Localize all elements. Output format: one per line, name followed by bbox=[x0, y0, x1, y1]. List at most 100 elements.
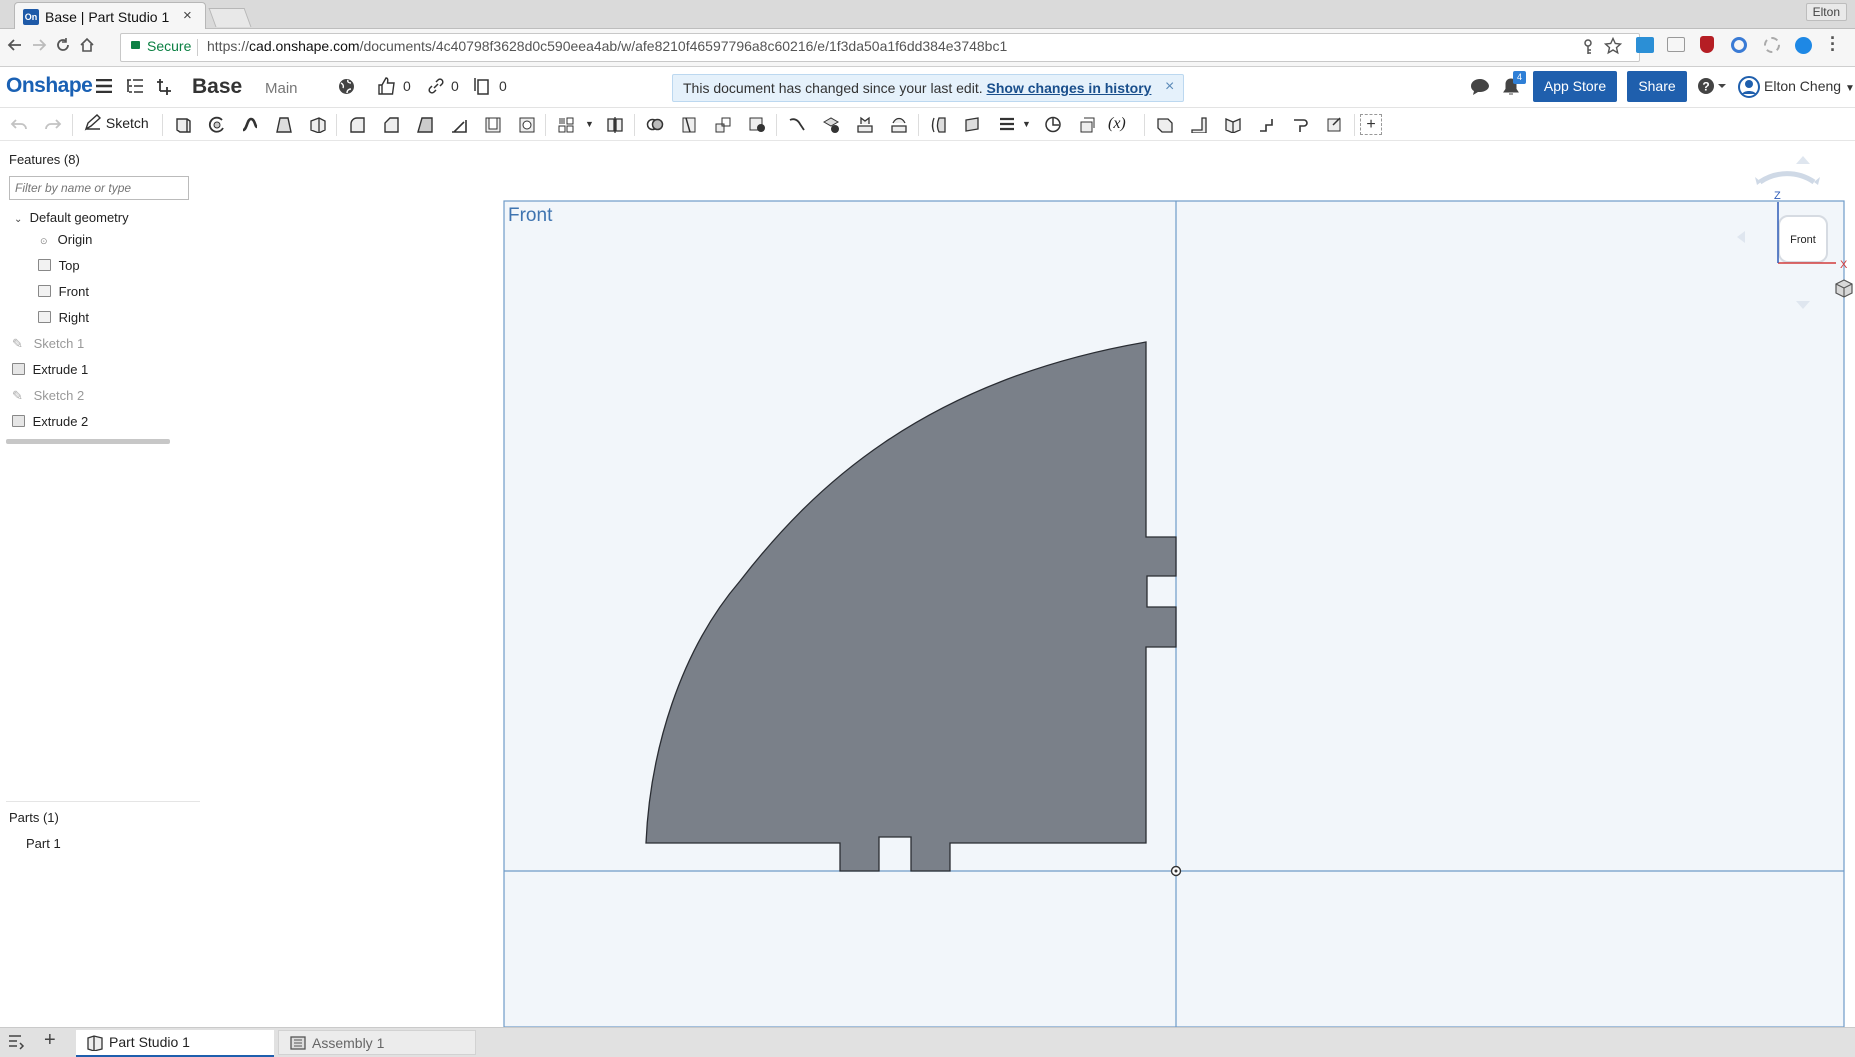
flat-view-icon[interactable] bbox=[1326, 116, 1344, 133]
draft-icon[interactable] bbox=[416, 116, 434, 133]
plane-icon[interactable] bbox=[964, 116, 982, 133]
chamfer-icon[interactable] bbox=[382, 116, 400, 133]
address-bar[interactable]: Secure https://cad.onshape.com/documents… bbox=[120, 33, 1640, 62]
feature-panel-scrollbar[interactable] bbox=[6, 439, 170, 444]
view-up-arrow-icon[interactable] bbox=[1796, 156, 1810, 164]
parts-divider[interactable] bbox=[6, 801, 200, 802]
workspace-name[interactable]: Main bbox=[265, 80, 298, 97]
extension-4-icon[interactable] bbox=[1764, 37, 1780, 53]
replace-face-icon[interactable] bbox=[890, 116, 908, 133]
feature-extrude-1[interactable]: Extrude 1 bbox=[12, 362, 88, 377]
tab-assembly-1[interactable]: Assembly 1 bbox=[278, 1030, 476, 1055]
forward-icon[interactable] bbox=[28, 37, 50, 58]
mate-dropdown-icon[interactable]: ▼ bbox=[1022, 119, 1031, 129]
rib-icon[interactable] bbox=[450, 116, 468, 133]
redo-icon[interactable] bbox=[44, 116, 62, 133]
hole-icon[interactable] bbox=[518, 116, 536, 133]
undo-icon[interactable] bbox=[10, 116, 28, 133]
graphics-viewport[interactable]: Front Front X Z bbox=[200, 141, 1855, 1027]
pattern-dropdown-icon[interactable]: ▼ bbox=[585, 119, 594, 129]
onshape-logo[interactable]: Onshape bbox=[6, 74, 93, 98]
feature-plane-right[interactable]: Right bbox=[38, 310, 89, 325]
delete-part-icon[interactable] bbox=[748, 116, 766, 133]
bookmark-star-icon[interactable] bbox=[1603, 36, 1623, 58]
like-icon[interactable] bbox=[377, 77, 396, 98]
thicken-icon[interactable] bbox=[309, 116, 327, 134]
transform-icon[interactable] bbox=[714, 116, 732, 133]
joint-icon[interactable] bbox=[1292, 116, 1310, 133]
url-text[interactable]: https://cad.onshape.com/documents/4c4079… bbox=[207, 38, 1007, 54]
bend-icon[interactable] bbox=[1224, 116, 1242, 134]
fillet-icon[interactable] bbox=[348, 116, 366, 133]
app-store-button[interactable]: App Store bbox=[1533, 71, 1617, 102]
boolean-icon[interactable] bbox=[646, 116, 664, 133]
help-icon[interactable]: ? bbox=[1697, 77, 1727, 98]
revolve-icon[interactable] bbox=[208, 116, 226, 133]
sheet-metal-icon[interactable] bbox=[1156, 116, 1174, 133]
reload-icon[interactable] bbox=[52, 37, 74, 58]
split-icon[interactable] bbox=[680, 116, 698, 133]
section-view-icon[interactable] bbox=[1078, 116, 1096, 133]
extension-3-icon[interactable] bbox=[1731, 37, 1747, 53]
banner-close-icon[interactable]: × bbox=[1165, 78, 1174, 96]
tab-manager-icon[interactable] bbox=[8, 1034, 26, 1053]
extension-1-icon[interactable] bbox=[1636, 37, 1654, 53]
extrude-icon[interactable] bbox=[174, 116, 192, 133]
comment-icon[interactable] bbox=[1470, 78, 1490, 99]
feature-extrude-2[interactable]: Extrude 2 bbox=[12, 414, 88, 429]
render-mode-dropdown[interactable] bbox=[1835, 279, 1855, 298]
flange-icon[interactable] bbox=[1190, 116, 1208, 134]
tab-part-studio-1[interactable]: Part Studio 1 bbox=[76, 1030, 274, 1057]
extension-shield-icon[interactable] bbox=[1700, 36, 1714, 53]
sweep-icon[interactable] bbox=[241, 116, 259, 133]
measure-icon[interactable] bbox=[1044, 116, 1062, 133]
sketch-button[interactable]: Sketch bbox=[84, 114, 149, 131]
loft-icon[interactable] bbox=[275, 116, 293, 133]
link-icon[interactable] bbox=[428, 78, 444, 97]
feature-sketch-1[interactable]: ✎ Sketch 1 bbox=[12, 336, 84, 352]
back-icon[interactable] bbox=[4, 37, 26, 58]
move-face-icon[interactable] bbox=[856, 116, 874, 133]
home-icon[interactable] bbox=[76, 37, 98, 58]
chevron-down-icon[interactable]: ⌄ bbox=[14, 214, 26, 225]
user-avatar-icon[interactable] bbox=[1738, 76, 1760, 101]
delete-face-icon[interactable] bbox=[822, 116, 840, 133]
rotate-up-arc[interactable] bbox=[1758, 171, 1816, 185]
browser-profile-badge[interactable]: Elton bbox=[1805, 3, 1847, 21]
new-tab-button[interactable] bbox=[208, 8, 252, 27]
tab-close-icon[interactable]: × bbox=[183, 7, 192, 24]
hamburger-menu-icon[interactable] bbox=[96, 78, 112, 96]
globe-icon[interactable] bbox=[338, 78, 355, 98]
feature-plane-top[interactable]: Top bbox=[38, 258, 80, 273]
feature-list-icon[interactable] bbox=[126, 78, 144, 97]
copy-icon[interactable] bbox=[474, 77, 490, 98]
insert-part-icon[interactable] bbox=[156, 78, 174, 99]
mate-connector-icon[interactable] bbox=[998, 116, 1016, 133]
extension-2-icon[interactable] bbox=[1667, 37, 1685, 52]
feature-origin[interactable]: ⊙ Origin bbox=[40, 232, 92, 247]
mirror-icon[interactable] bbox=[606, 116, 624, 133]
show-history-link[interactable]: Show changes in history bbox=[987, 80, 1152, 96]
offset-surface-icon[interactable] bbox=[930, 116, 948, 133]
add-element-icon[interactable]: + bbox=[44, 1029, 56, 1052]
feature-plane-front[interactable]: Front bbox=[38, 284, 89, 299]
share-button[interactable]: Share bbox=[1627, 71, 1687, 102]
default-geometry-node[interactable]: ⌄ Default geometry bbox=[14, 210, 129, 225]
feature-filter-input[interactable] bbox=[9, 176, 189, 200]
add-custom-feature-icon[interactable]: + bbox=[1360, 114, 1382, 135]
extension-5-icon[interactable] bbox=[1795, 37, 1812, 54]
part-item[interactable]: Part 1 bbox=[26, 836, 61, 851]
viewport-canvas[interactable]: Front Front X Z bbox=[200, 141, 1855, 1027]
document-name[interactable]: Base bbox=[192, 75, 242, 99]
feature-sketch-2[interactable]: ✎ Sketch 2 bbox=[12, 388, 84, 404]
variable-icon[interactable]: (x) bbox=[1108, 115, 1126, 133]
toolbar-divider bbox=[1144, 114, 1145, 136]
modify-fillet-icon[interactable] bbox=[788, 116, 806, 133]
hem-icon[interactable] bbox=[1258, 116, 1276, 133]
shell-icon[interactable] bbox=[484, 116, 502, 133]
user-menu[interactable]: Elton Cheng ▼ bbox=[1764, 78, 1855, 94]
pattern-icon[interactable] bbox=[557, 116, 575, 133]
key-icon[interactable] bbox=[1581, 39, 1595, 58]
browser-menu-icon[interactable]: · · · bbox=[1830, 29, 1836, 59]
browser-tab[interactable]: On Base | Part Studio 1 × bbox=[14, 2, 206, 30]
